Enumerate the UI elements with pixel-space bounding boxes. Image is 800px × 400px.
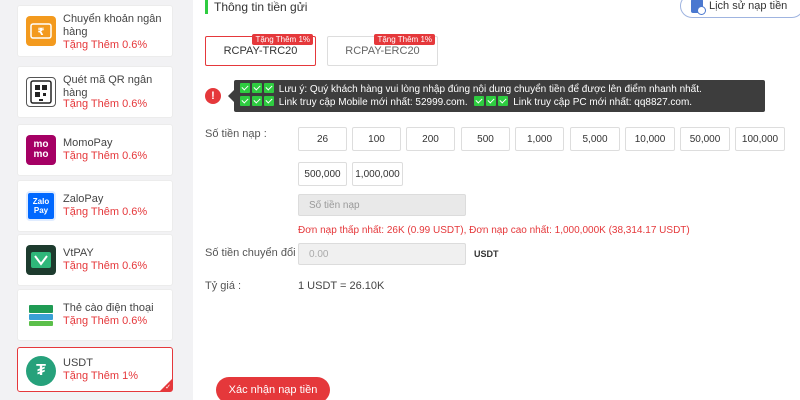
amount-option-200[interactable]: 200: [406, 127, 455, 151]
check-icon: [264, 83, 274, 93]
check-icon: [240, 96, 250, 106]
payment-method-phone-card[interactable]: Thẻ cào điện thoại Tặng Thêm 0.6%: [17, 289, 173, 341]
alert-icon: !: [205, 88, 221, 104]
payment-method-name: ZaloPay: [63, 193, 104, 205]
deposit-history-button[interactable]: Lịch sử nạp tiền: [680, 0, 800, 18]
amount-option-50000[interactable]: 50,000: [680, 127, 730, 151]
notice-mobile-link: Link truy cập Mobile mới nhất: 52999.com…: [278, 97, 468, 108]
payment-method-zalopay[interactable]: Zalo Pay ZaloPay Tặng Thêm 0.6%: [17, 180, 173, 232]
payment-method-name: MomoPay: [63, 137, 113, 149]
amount-option-1000[interactable]: 1,000: [515, 127, 564, 151]
amount-option-1000000[interactable]: 1,000,000: [352, 162, 403, 186]
payment-method-sidebar: ₹ Chuyển khoản ngân hàng Tặng Thêm 0.6% …: [0, 0, 190, 400]
check-icon: [240, 83, 250, 93]
converted-amount-label: Số tiền chuyển đổi :: [205, 247, 302, 259]
svg-text:₹: ₹: [38, 27, 45, 38]
exchange-rate-value: 1 USDT = 26.10K: [298, 280, 385, 292]
payment-method-momopay[interactable]: mo mo MomoPay Tặng Thêm 0.6%: [17, 124, 173, 176]
check-icon: [264, 96, 274, 106]
payment-method-bonus: Tặng Thêm 1%: [63, 370, 139, 382]
payment-method-bank-transfer[interactable]: ₹ Chuyển khoản ngân hàng Tặng Thêm 0.6%: [17, 5, 173, 57]
check-icon: [486, 96, 497, 106]
deposit-limits: Đơn nạp thấp nhất: 26K (0.99 USDT), Đơn …: [298, 225, 690, 236]
payment-method-name: VtPAY: [63, 247, 94, 259]
notice-tooltip: Lưu ý: Quý khách hàng vui lòng nhập đúng…: [228, 80, 765, 112]
confirm-deposit-button[interactable]: Xác nhận nạp tiền: [216, 377, 330, 400]
amount-option-100[interactable]: 100: [352, 127, 401, 151]
page-title: Thông tin tiền gửi: [205, 0, 307, 14]
amount-input[interactable]: Số tiền nạp: [298, 194, 466, 216]
tab-label: RCPAY-ERC20: [345, 45, 420, 57]
payment-method-usdt[interactable]: ₮ USDT Tặng Thêm 1% ✓: [17, 347, 173, 392]
notice-line-2: Link truy cập Mobile mới nhất: 52999.com…: [240, 96, 759, 109]
payment-method-bonus: Tặng Thêm 0.6%: [63, 98, 148, 110]
amount-option-500[interactable]: 500: [461, 127, 510, 151]
amount-option-26[interactable]: 26: [298, 127, 347, 151]
exchange-rate-label: Tỷ giá :: [205, 280, 242, 292]
qr-code-icon: [26, 77, 56, 107]
phone-card-icon: [26, 300, 56, 330]
zalopay-logo: Zalo Pay: [26, 191, 56, 221]
payment-method-name: Quét mã QR ngân hàng: [63, 74, 153, 99]
channel-tabs: Tặng Thêm 1% RCPAY-TRC20 Tặng Thêm 1% RC…: [205, 34, 438, 66]
check-icon: [498, 96, 509, 106]
min-deposit-value: 26K (0.99 USDT): [386, 225, 464, 236]
payment-method-name: USDT: [63, 357, 93, 369]
payment-method-name: Thẻ cào điện thoại: [63, 302, 154, 314]
tab-label: RCPAY-TRC20: [223, 45, 298, 57]
amount-option-100000[interactable]: 100,000: [735, 127, 785, 151]
max-deposit-label: Đơn nạp cao nhất:: [469, 225, 552, 236]
tether-logo: ₮: [26, 356, 56, 386]
history-icon: [691, 0, 706, 15]
check-icon: [252, 83, 262, 93]
notice-line-1: Lưu ý: Quý khách hàng vui lòng nhập đúng…: [240, 83, 759, 96]
bonus-tag: Tặng Thêm 1%: [252, 34, 313, 45]
converted-amount-field: 0.00: [298, 243, 466, 265]
payment-method-bonus: Tặng Thêm 0.6%: [63, 260, 148, 272]
deposit-history-label: Lịch sử nạp tiền: [709, 0, 788, 12]
check-icon: ✓: [165, 384, 171, 391]
payment-method-vtpay[interactable]: VtPAY Tặng Thêm 0.6%: [17, 234, 173, 286]
max-deposit-value: 1,000,000K (38,314.17 USDT): [554, 225, 690, 236]
tab-rcpay-trc20[interactable]: Tặng Thêm 1% RCPAY-TRC20: [205, 34, 316, 66]
notice-pc-link: Link truy cập PC mới nhất: qq8827.com.: [513, 97, 693, 108]
momo-logo: mo mo: [26, 135, 56, 165]
payment-method-name: Chuyển khoản ngân hàng: [63, 13, 162, 38]
bonus-tag: Tặng Thêm 1%: [374, 34, 435, 45]
amount-option-500000[interactable]: 500,000: [298, 162, 347, 186]
check-icon: [252, 96, 262, 106]
amount-label: Số tiền nạp :: [205, 128, 267, 140]
vtpay-logo: [26, 245, 56, 275]
min-deposit-label: Đơn nạp thấp nhất:: [298, 225, 385, 236]
payment-method-bonus: Tặng Thêm 0.6%: [63, 150, 148, 162]
payment-method-bank-qr[interactable]: Quét mã QR ngân hàng Tặng Thêm 0.6%: [17, 66, 173, 118]
payment-method-bonus: Tặng Thêm 0.6%: [63, 315, 148, 327]
converted-unit: USDT: [474, 249, 499, 259]
tab-rcpay-erc20[interactable]: Tặng Thêm 1% RCPAY-ERC20: [327, 34, 438, 66]
notice-text: Lưu ý: Quý khách hàng vui lòng nhập đúng…: [278, 84, 702, 95]
check-icon: [474, 96, 485, 106]
bank-transfer-icon: ₹: [26, 16, 56, 46]
amount-option-5000[interactable]: 5,000: [570, 127, 620, 151]
deposit-panel: Thông tin tiền gửi Lịch sử nạp tiền Tặng…: [193, 0, 800, 400]
payment-method-bonus: Tặng Thêm 0.6%: [63, 206, 148, 218]
amount-option-10000[interactable]: 10,000: [625, 127, 675, 151]
payment-method-bonus: Tặng Thêm 0.6%: [63, 39, 148, 51]
